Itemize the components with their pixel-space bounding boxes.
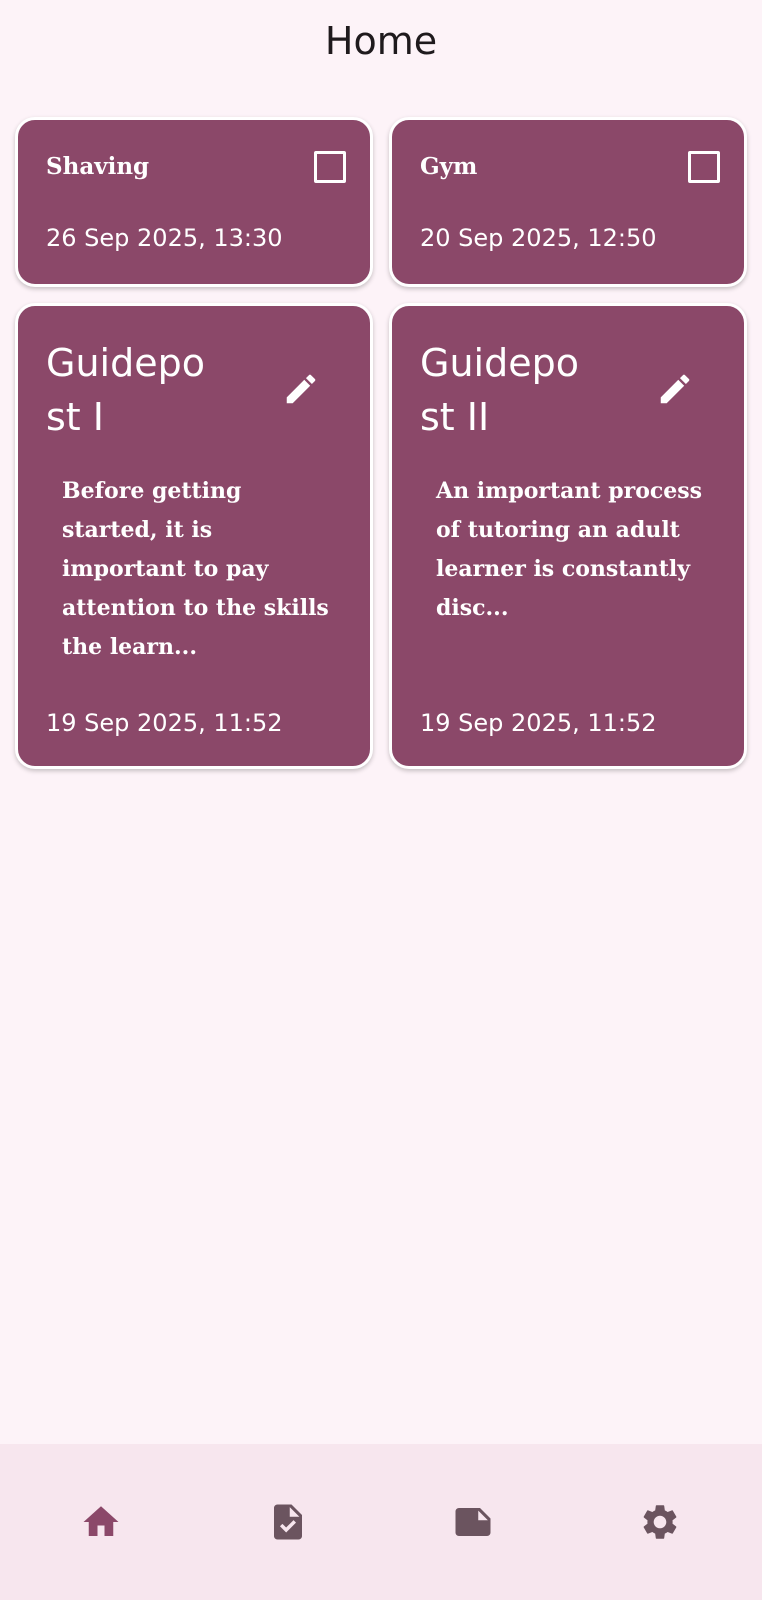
nav-tasks[interactable] xyxy=(193,1444,383,1600)
note-preview: An important process of tutoring an adul… xyxy=(436,478,703,621)
edit-icon[interactable] xyxy=(656,370,694,408)
note-datetime: 19 Sep 2025, 11:52 xyxy=(46,709,283,737)
task-checkbox[interactable] xyxy=(314,151,346,183)
note-icon xyxy=(455,1508,491,1536)
nav-notes[interactable] xyxy=(378,1444,568,1600)
task-datetime: 20 Sep 2025, 12:50 xyxy=(420,224,657,252)
note-preview: Before getting started, it is important … xyxy=(62,478,329,660)
task-datetime: 26 Sep 2025, 13:30 xyxy=(46,224,283,252)
settings-icon xyxy=(643,1505,677,1539)
task-card[interactable]: Shaving 26 Sep 2025, 13:30 xyxy=(15,117,373,287)
task-checkbox[interactable] xyxy=(688,151,720,183)
edit-icon[interactable] xyxy=(282,370,320,408)
note-card[interactable]: Guidepost I Before getting started, it i… xyxy=(15,303,373,769)
note-title: Guidepost II xyxy=(420,341,579,439)
page-title: Home xyxy=(324,19,438,63)
home-icon xyxy=(83,1506,119,1536)
task-document-icon xyxy=(274,1504,302,1540)
task-card[interactable]: Gym 20 Sep 2025, 12:50 xyxy=(389,117,747,287)
bottom-navigation xyxy=(0,1444,762,1600)
note-card[interactable]: Guidepost II An important process of tut… xyxy=(389,303,747,769)
nav-home[interactable] xyxy=(6,1444,196,1600)
task-title: Shaving xyxy=(46,153,150,180)
note-datetime: 19 Sep 2025, 11:52 xyxy=(420,709,657,737)
nav-settings[interactable] xyxy=(565,1444,755,1600)
note-title: Guidepost I xyxy=(46,341,205,439)
task-title: Gym xyxy=(420,153,478,180)
